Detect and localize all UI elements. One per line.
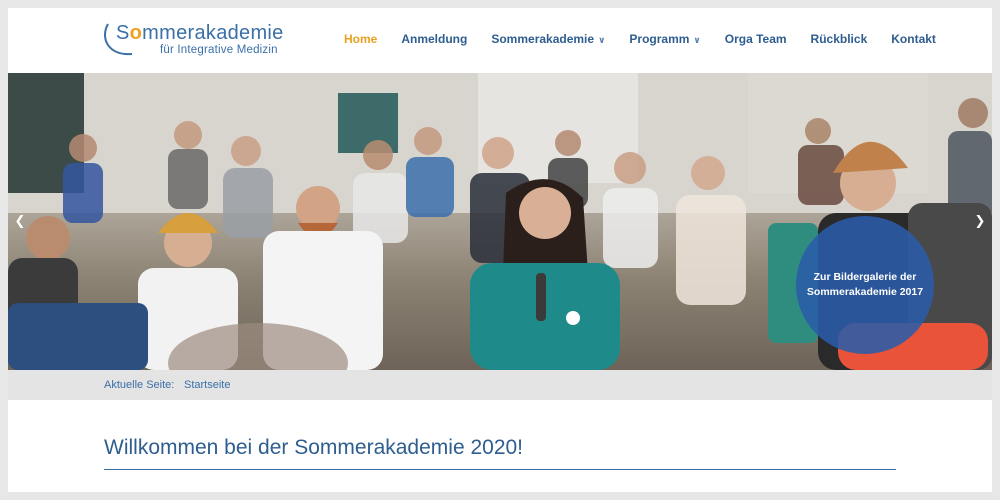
logo-title: Sommerakademie [116, 22, 284, 44]
breadcrumb: Aktuelle Seite: Startseite [8, 370, 992, 400]
breadcrumb-label: Aktuelle Seite: [104, 379, 175, 391]
chevron-down-icon: ∨ [693, 34, 701, 45]
browser-frame: Sommerakademie für Integrative Medizin H… [8, 8, 992, 492]
nav-item-programm[interactable]: Programm ∨ [629, 32, 700, 46]
nav-item-rueckblick[interactable]: Rückblick [811, 32, 868, 46]
title-divider [104, 469, 896, 470]
site-logo[interactable]: Sommerakademie für Integrative Medizin [102, 20, 302, 60]
nav-item-orga-team[interactable]: Orga Team [725, 32, 787, 46]
main-navigation: Home Anmeldung Sommerakademie ∨ Programm ∨… [344, 32, 960, 46]
chevron-right-icon: ❯ [974, 213, 986, 228]
breadcrumb-current-page[interactable]: Startseite [184, 379, 230, 391]
chevron-left-icon: ❮ [14, 213, 26, 228]
nav-item-kontakt[interactable]: Kontakt [891, 32, 936, 46]
gallery-link-line-2: Sommerakademie 2017 [806, 286, 924, 298]
slider-prev-button[interactable]: ❮ [12, 211, 28, 231]
chevron-down-icon: ∨ [598, 34, 606, 45]
logo-subtitle: für Integrative Medizin [160, 44, 278, 56]
slider-next-button[interactable]: ❯ [972, 211, 988, 231]
gallery-link-line-1: Zur Bildergalerie der [813, 271, 917, 283]
nav-item-sommerakademie[interactable]: Sommerakademie ∨ [491, 32, 605, 46]
page-title: Willkommen bei der Sommerakademie 2020! [104, 436, 524, 459]
nav-item-home[interactable]: Home [344, 32, 377, 46]
gallery-link-button[interactable]: Zur Bildergalerie der Sommerakademie 201… [796, 216, 934, 354]
hero-slider: ❮ ❯ Zur Bildergalerie der Sommerakademie… [8, 73, 992, 370]
site-header: Sommerakademie für Integrative Medizin H… [8, 8, 992, 73]
nav-item-anmeldung[interactable]: Anmeldung [401, 32, 467, 46]
